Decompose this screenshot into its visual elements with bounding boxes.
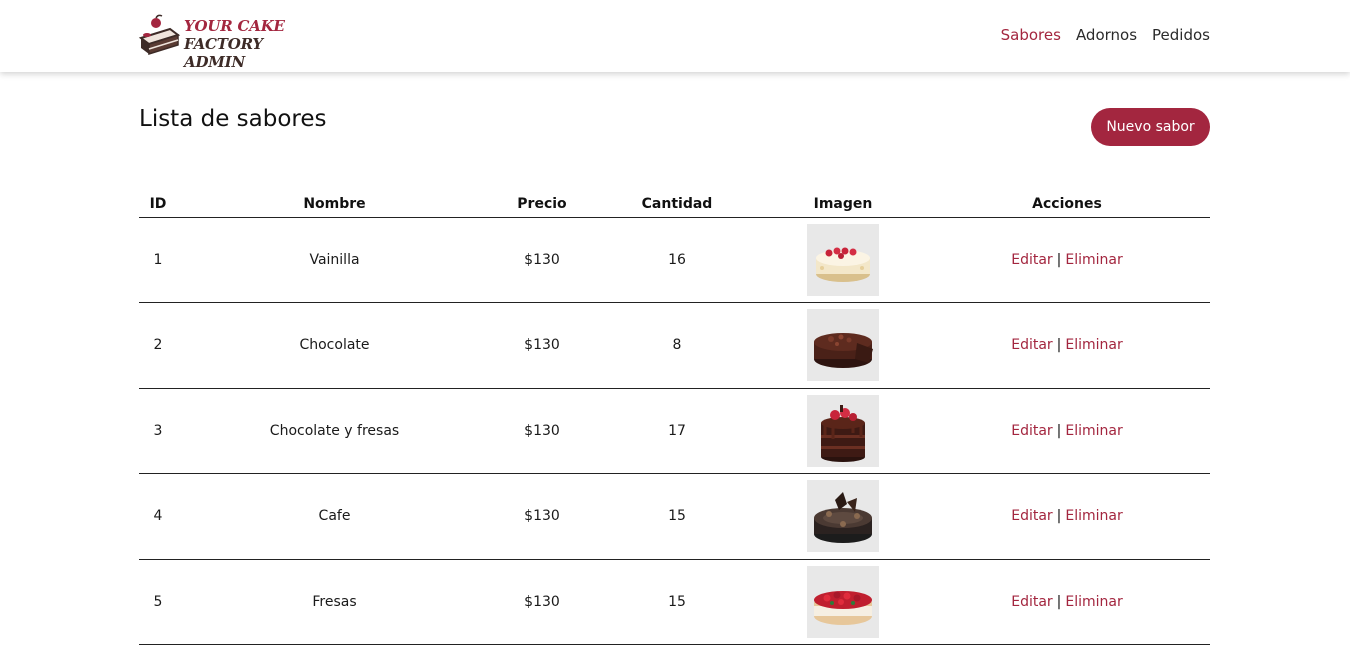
header-imagen: Imagen [762, 192, 924, 218]
table-row: 1 Vainilla $130 16 Editar | Eliminar [139, 217, 1210, 303]
edit-link[interactable]: Editar [1011, 594, 1052, 610]
cell-actions: Editar | Eliminar [924, 473, 1210, 560]
chocolate-strawberry-cake-image [807, 394, 879, 467]
cell-image [762, 473, 924, 560]
delete-link[interactable]: Eliminar [1065, 508, 1122, 524]
delete-link[interactable]: Eliminar [1065, 252, 1122, 268]
table-row: 2 Chocolate $130 8 Editar | Eliminar [139, 302, 1210, 389]
chocolate-cake-image [807, 309, 879, 382]
cell-id: 1 [139, 217, 177, 303]
cell-qty: 16 [592, 217, 762, 303]
cell-name: Vainilla [177, 217, 492, 303]
action-separator: | [1056, 422, 1062, 439]
cell-id: 3 [139, 388, 177, 474]
cell-actions: Editar | Eliminar [924, 559, 1210, 645]
header-acciones: Acciones [924, 192, 1210, 218]
edit-link[interactable]: Editar [1011, 252, 1052, 268]
main-nav: Sabores Adornos Pedidos [1001, 26, 1210, 44]
cell-price: $130 [492, 388, 592, 474]
vanilla-cake-image [807, 223, 879, 296]
cell-name: Chocolate y fresas [177, 388, 492, 474]
delete-link[interactable]: Eliminar [1065, 594, 1122, 610]
edit-link[interactable]: Editar [1011, 508, 1052, 524]
nav-item-pedidos[interactable]: Pedidos [1152, 26, 1210, 44]
cell-price: $130 [492, 217, 592, 303]
app-logo[interactable]: YOUR CAKE FACTORY ADMIN [138, 14, 318, 71]
flavors-table: ID Nombre Precio Cantidad Imagen Accione… [139, 192, 1210, 645]
cell-actions: Editar | Eliminar [924, 388, 1210, 474]
nav-item-adornos[interactable]: Adornos [1076, 26, 1137, 44]
action-separator: | [1056, 508, 1062, 525]
action-separator: | [1056, 593, 1062, 610]
cell-image [762, 302, 924, 389]
header-id: ID [139, 192, 177, 218]
strawberry-cake-image [807, 565, 879, 638]
edit-link[interactable]: Editar [1011, 337, 1052, 353]
table-row: 4 Cafe $130 15 Editar | Eliminar [139, 473, 1210, 560]
coffee-cake-image [807, 480, 879, 553]
cell-qty: 15 [592, 559, 762, 645]
nav-item-sabores[interactable]: Sabores [1001, 26, 1061, 44]
cell-qty: 17 [592, 388, 762, 474]
action-separator: | [1056, 337, 1062, 354]
cake-slice-logo-icon [138, 14, 181, 56]
cell-image [762, 559, 924, 645]
page-title: Lista de sabores [139, 106, 327, 132]
cell-qty: 8 [592, 302, 762, 389]
cell-id: 2 [139, 302, 177, 389]
cell-actions: Editar | Eliminar [924, 302, 1210, 389]
logo-title-line1: YOUR CAKE [184, 17, 285, 35]
delete-link[interactable]: Eliminar [1065, 337, 1122, 353]
header-precio: Precio [492, 192, 592, 218]
edit-link[interactable]: Editar [1011, 423, 1052, 439]
cell-price: $130 [492, 559, 592, 645]
cell-image [762, 388, 924, 474]
header-nombre: Nombre [177, 192, 492, 218]
cell-qty: 15 [592, 473, 762, 560]
table-row: 5 Fresas $130 15 Editar | Eliminar [139, 559, 1210, 645]
logo-title-line2: FACTORY ADMIN [184, 35, 263, 71]
cell-price: $130 [492, 473, 592, 560]
cell-name: Fresas [177, 559, 492, 645]
top-navbar: YOUR CAKE FACTORY ADMIN Sabores Adornos … [0, 0, 1350, 72]
cell-id: 4 [139, 473, 177, 560]
action-separator: | [1056, 251, 1062, 268]
table-row: 3 Chocolate y fresas $130 17 Editar | El… [139, 388, 1210, 474]
cell-name: Cafe [177, 473, 492, 560]
cell-name: Chocolate [177, 302, 492, 389]
new-flavor-button[interactable]: Nuevo sabor [1091, 108, 1210, 146]
cell-image [762, 217, 924, 303]
table-header-row: ID Nombre Precio Cantidad Imagen Accione… [139, 192, 1210, 218]
delete-link[interactable]: Eliminar [1065, 423, 1122, 439]
cell-id: 5 [139, 559, 177, 645]
cell-actions: Editar | Eliminar [924, 217, 1210, 303]
cell-price: $130 [492, 302, 592, 389]
header-cantidad: Cantidad [592, 192, 762, 218]
